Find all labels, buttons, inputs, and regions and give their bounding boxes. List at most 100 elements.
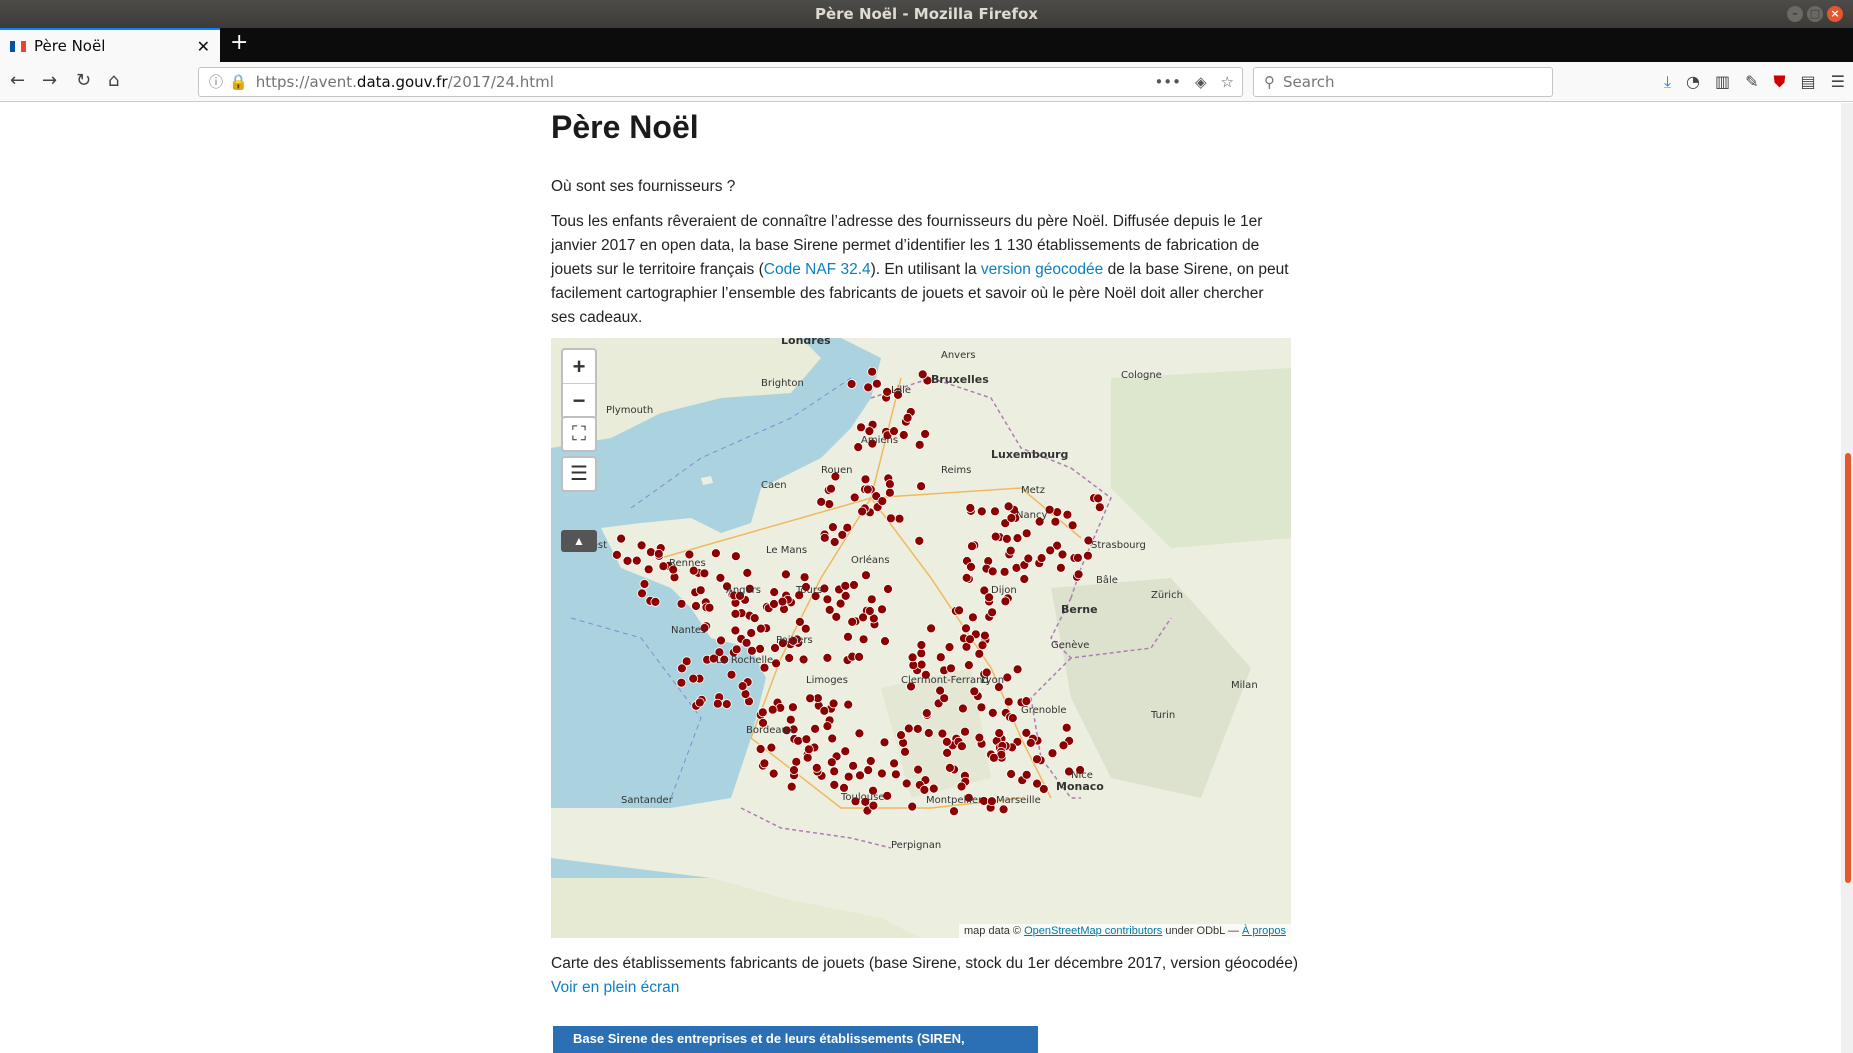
toy-maker-marker[interactable]: [731, 644, 742, 655]
toy-maker-marker[interactable]: [726, 669, 737, 680]
toy-maker-marker[interactable]: [827, 733, 838, 744]
toy-maker-marker[interactable]: [612, 549, 622, 560]
toy-maker-marker[interactable]: [658, 561, 669, 572]
toy-maker-marker[interactable]: [961, 572, 972, 583]
toy-maker-marker[interactable]: [710, 548, 721, 559]
toy-maker-marker[interactable]: [1036, 553, 1047, 564]
osm-contributors-link[interactable]: OpenStreetMap contributors: [1024, 925, 1162, 937]
toy-maker-marker[interactable]: [969, 686, 980, 697]
tab-pere-noel[interactable]: Père Noël ✕: [0, 28, 220, 62]
toy-maker-marker[interactable]: [631, 555, 642, 566]
toy-maker-marker[interactable]: [956, 741, 967, 752]
toy-maker-marker[interactable]: [840, 580, 851, 591]
toy-maker-marker[interactable]: [1001, 533, 1012, 544]
toy-maker-marker[interactable]: [829, 537, 840, 547]
toy-maker-marker[interactable]: [819, 705, 830, 716]
toy-maker-marker[interactable]: [730, 608, 741, 619]
toy-maker-marker[interactable]: [1047, 748, 1058, 759]
toy-maker-marker[interactable]: [1012, 664, 1023, 675]
toy-maker-marker[interactable]: [826, 483, 836, 494]
pocket-icon[interactable]: ◈: [1195, 73, 1207, 91]
toy-maker-marker[interactable]: [1058, 740, 1069, 751]
toy-maker-marker[interactable]: [1067, 520, 1078, 531]
toy-maker-marker[interactable]: [956, 781, 967, 792]
toy-maker-marker[interactable]: [704, 602, 715, 613]
toy-maker-marker[interactable]: [860, 474, 871, 485]
toy-maker-marker[interactable]: [759, 758, 770, 769]
toy-maker-marker[interactable]: [742, 567, 753, 578]
zoom-in-button[interactable]: +: [563, 350, 595, 384]
toy-maker-marker[interactable]: [835, 598, 846, 609]
toy-maker-marker[interactable]: [916, 648, 927, 659]
toy-maker-marker[interactable]: [987, 707, 998, 718]
toy-maker-marker[interactable]: [890, 769, 901, 780]
toy-maker-marker[interactable]: [974, 648, 985, 659]
toy-maker-marker[interactable]: [976, 506, 987, 517]
toy-maker-marker[interactable]: [755, 744, 766, 754]
toy-maker-marker[interactable]: [942, 747, 953, 758]
toy-maker-marker[interactable]: [802, 752, 813, 763]
zoom-out-button[interactable]: −: [563, 384, 595, 418]
toy-maker-marker[interactable]: [791, 756, 802, 767]
toy-maker-marker[interactable]: [849, 580, 859, 590]
toy-maker-marker[interactable]: [840, 746, 851, 757]
toy-maker-marker[interactable]: [979, 630, 990, 641]
toy-maker-marker[interactable]: [967, 541, 977, 552]
toy-maker-marker[interactable]: [829, 779, 840, 790]
toy-maker-marker[interactable]: [941, 736, 952, 747]
toy-maker-marker[interactable]: [1032, 754, 1042, 765]
toy-maker-marker[interactable]: [819, 532, 830, 543]
toy-maker-marker[interactable]: [1094, 502, 1105, 513]
toy-maker-marker[interactable]: [961, 623, 971, 634]
toy-maker-marker[interactable]: [988, 752, 999, 763]
back-button[interactable]: ←: [10, 70, 25, 91]
new-tab-button[interactable]: +: [230, 30, 248, 55]
toy-maker-marker[interactable]: [965, 634, 975, 645]
toy-maker-marker[interactable]: [862, 484, 873, 495]
toy-maker-marker[interactable]: [699, 568, 710, 579]
toy-maker-marker[interactable]: [749, 613, 760, 624]
toy-maker-marker[interactable]: [637, 588, 647, 599]
toy-maker-marker[interactable]: [977, 640, 988, 651]
toy-maker-marker[interactable]: [768, 768, 779, 779]
toy-maker-marker[interactable]: [896, 730, 906, 741]
toy-maker-marker[interactable]: [863, 765, 874, 776]
toy-maker-marker[interactable]: [920, 429, 931, 439]
toy-maker-marker[interactable]: [769, 599, 779, 609]
toy-maker-marker[interactable]: [946, 663, 956, 674]
toy-maker-marker[interactable]: [831, 611, 842, 622]
fullscreen-icon[interactable]: ⛶: [561, 416, 597, 452]
toy-maker-marker[interactable]: [898, 430, 909, 440]
toy-maker-marker[interactable]: [987, 566, 998, 577]
toy-maker-marker[interactable]: [916, 481, 927, 492]
toy-maker-marker[interactable]: [769, 587, 780, 598]
toy-maker-marker[interactable]: [636, 540, 647, 551]
toy-maker-marker[interactable]: [990, 506, 1000, 517]
close-window-button[interactable]: ×: [1827, 6, 1843, 22]
toy-maker-marker[interactable]: [622, 555, 633, 566]
toy-maker-marker[interactable]: [787, 702, 798, 713]
toy-maker-marker[interactable]: [1021, 769, 1032, 780]
toy-maker-marker[interactable]: [676, 677, 687, 688]
toy-maker-marker[interactable]: [840, 590, 851, 601]
toy-maker-marker[interactable]: [827, 522, 838, 533]
lock-icon[interactable]: 🔒: [229, 73, 248, 91]
toy-maker-marker[interactable]: [824, 499, 835, 510]
reload-button[interactable]: ↻: [76, 70, 91, 91]
toy-maker-marker[interactable]: [921, 708, 932, 719]
toy-maker-marker[interactable]: [944, 762, 955, 773]
toy-maker-marker[interactable]: [1032, 778, 1042, 789]
toy-maker-marker[interactable]: [741, 637, 752, 648]
search-bar[interactable]: ⚲ Search: [1253, 67, 1553, 97]
toy-maker-marker[interactable]: [822, 594, 833, 605]
toy-maker-marker[interactable]: [784, 653, 795, 663]
toy-maker-marker[interactable]: [856, 422, 866, 433]
toy-maker-marker[interactable]: [907, 801, 918, 812]
site-info-icon[interactable]: ⓘ: [209, 72, 223, 92]
toy-maker-marker[interactable]: [810, 723, 821, 734]
toy-maker-marker[interactable]: [954, 605, 965, 616]
forward-button[interactable]: →: [42, 70, 57, 91]
toy-maker-marker[interactable]: [755, 623, 766, 634]
toy-maker-marker[interactable]: [926, 623, 937, 634]
toy-maker-marker[interactable]: [901, 778, 912, 789]
